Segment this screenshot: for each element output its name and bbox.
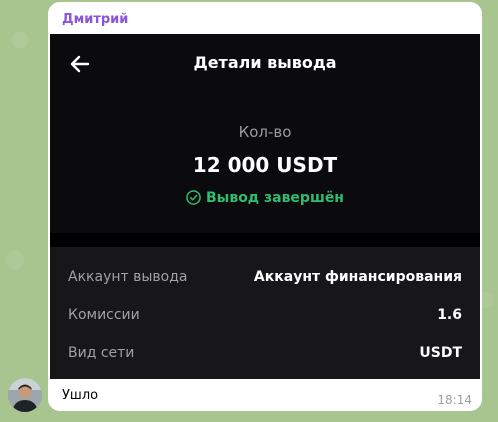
status-text: Вывод завершён [206,190,344,206]
detail-value: 1.6 [437,307,462,323]
detail-row-network: Вид сети USDT [68,342,462,364]
screen-title: Детали вывода [193,53,337,72]
detail-value: USDT [419,345,462,361]
message-time: 18:14 [437,393,472,407]
detail-value: Аккаунт финансирования [253,269,462,285]
detail-label: Комиссии [68,307,140,323]
sender-avatar[interactable] [8,378,42,412]
attached-screenshot[interactable]: Детали вывода Кол-во 12 000 USDT Вывод з… [50,34,480,379]
check-circle-icon [186,190,201,205]
amount-label: Кол-во [238,123,292,141]
detail-label: Аккаунт вывода [68,269,188,285]
details-list: Аккаунт вывода Аккаунт финансирования Ко… [50,247,480,379]
withdrawal-status: Вывод завершён [50,190,480,206]
detail-label: Вид сети [68,345,135,361]
message-caption: Ушло [62,388,99,403]
avatar-image [8,378,42,412]
sender-name[interactable]: Дмитрий [62,12,128,27]
detail-row-account: Аккаунт вывода Аккаунт финансирования [68,266,462,288]
section-divider [50,233,480,247]
detail-row-fees: Комиссии 1.6 [68,304,462,326]
message-bubble[interactable]: Дмитрий Детали вывода Кол-во 12 000 USDT… [48,2,482,411]
amount-value: 12 000 USDT [192,153,338,177]
